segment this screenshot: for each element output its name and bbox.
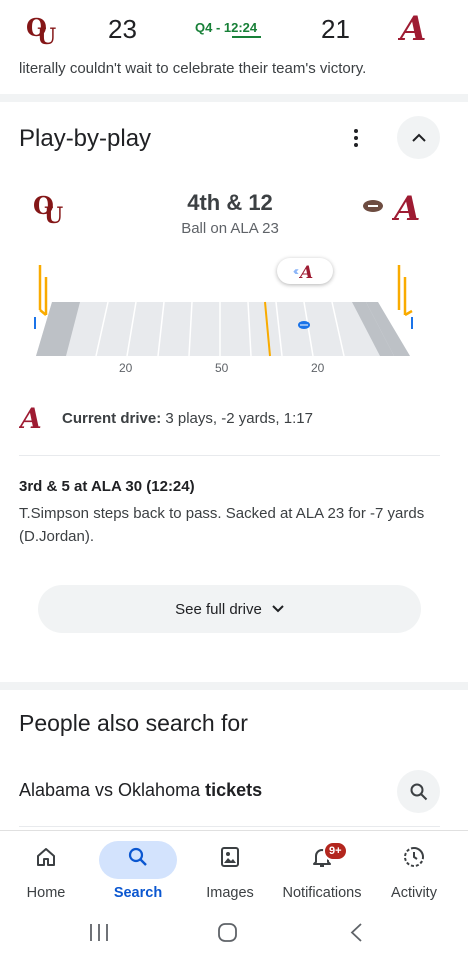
recent-apps-icon — [90, 924, 108, 941]
nav-home-label: Home — [26, 885, 66, 901]
more-vert-icon — [354, 129, 358, 133]
related-search-button[interactable] — [397, 770, 440, 813]
chevron-down-icon — [272, 605, 284, 613]
away-score: 21 — [321, 14, 350, 44]
alabama-logo-pbp: A — [391, 188, 430, 231]
collapse-button[interactable] — [397, 116, 440, 159]
see-full-drive-label: See full drive — [175, 600, 262, 618]
football-icon — [363, 200, 383, 212]
oklahoma-logo: O U — [26, 8, 58, 51]
game-clock: Q4 - 12:24 — [195, 20, 258, 35]
nav-search-label: Search — [113, 885, 163, 901]
activity-icon — [400, 843, 428, 871]
current-drive-value: 3 plays, -2 yards, 1:17 — [161, 410, 313, 427]
more-options-button[interactable] — [340, 124, 372, 152]
yard-label: 20 — [311, 361, 325, 375]
see-full-drive-button[interactable]: See full drive — [38, 585, 421, 633]
alabama-logo: A — [397, 8, 436, 51]
svg-text:U: U — [44, 203, 63, 226]
play-by-play-title: Play-by-play — [19, 125, 152, 152]
svg-text:A: A — [19, 402, 42, 432]
svg-text:A: A — [398, 9, 426, 46]
current-drive-summary: Current drive: 3 plays, -2 yards, 1:17 — [62, 410, 313, 427]
notification-badge: 9+ — [323, 841, 348, 861]
article-snippet: literally couldn't wait to celebrate the… — [19, 60, 367, 77]
system-navigation-bar — [0, 910, 468, 959]
nav-notifications[interactable]: Notifications — [276, 831, 368, 911]
related-search-bold: tickets — [205, 780, 263, 800]
divider — [19, 826, 440, 827]
home-button-icon — [218, 923, 237, 942]
left-goalpost — [38, 265, 48, 316]
search-icon — [124, 843, 152, 871]
score-bar: O U 23 Q4 - 12:24 21 A — [0, 0, 468, 56]
people-also-search-title: People also search for — [19, 710, 248, 736]
field-diagram — [0, 255, 468, 385]
nav-activity[interactable]: Activity — [368, 831, 460, 911]
bottom-navigation: Home Search Images Notifications Activit… — [0, 830, 468, 910]
back-icon — [350, 923, 362, 942]
chevron-up-icon — [411, 133, 426, 142]
related-search-item[interactable]: Alabama vs Oklahoma tickets — [19, 780, 262, 801]
current-drive-label: Current drive: — [62, 410, 162, 427]
svg-text:A: A — [299, 263, 313, 280]
section-divider — [0, 682, 468, 690]
right-goalpost — [397, 265, 413, 317]
nav-images[interactable]: Images — [184, 831, 276, 911]
possession-indicator: ‹‹‹ A — [277, 258, 333, 284]
alabama-mini-logo: A — [299, 263, 313, 280]
search-icon — [410, 783, 427, 800]
alabama-drive-logo: A — [17, 402, 49, 437]
yard-label: 20 — [119, 361, 133, 375]
yard-label: 50 — [215, 361, 229, 375]
nav-home[interactable]: Home — [0, 831, 92, 911]
oklahoma-logo-pbp: O U — [33, 186, 65, 231]
nav-search[interactable]: Search — [92, 831, 184, 911]
down-and-distance: 4th & 12 — [187, 190, 273, 215]
images-icon — [216, 843, 244, 871]
section-divider — [0, 94, 468, 102]
direction-arrows-icon: ‹‹‹ — [293, 264, 299, 278]
related-search-prefix: Alabama vs Oklahoma — [19, 780, 206, 800]
clock-underline — [232, 36, 261, 38]
home-icon — [32, 843, 60, 871]
divider — [19, 455, 440, 456]
svg-text:U: U — [37, 24, 56, 46]
nav-notifications-label: Notifications — [282, 885, 362, 901]
ball-position: Ball on ALA 23 — [181, 220, 279, 237]
home-score: 23 — [108, 14, 137, 44]
svg-text:A: A — [392, 189, 420, 226]
last-play-description: T.Simpson steps back to pass. Sacked at … — [19, 505, 425, 545]
nav-images-label: Images — [206, 885, 254, 901]
nav-activity-label: Activity — [391, 885, 437, 901]
last-play-title: 3rd & 5 at ALA 30 (12:24) — [19, 478, 195, 495]
